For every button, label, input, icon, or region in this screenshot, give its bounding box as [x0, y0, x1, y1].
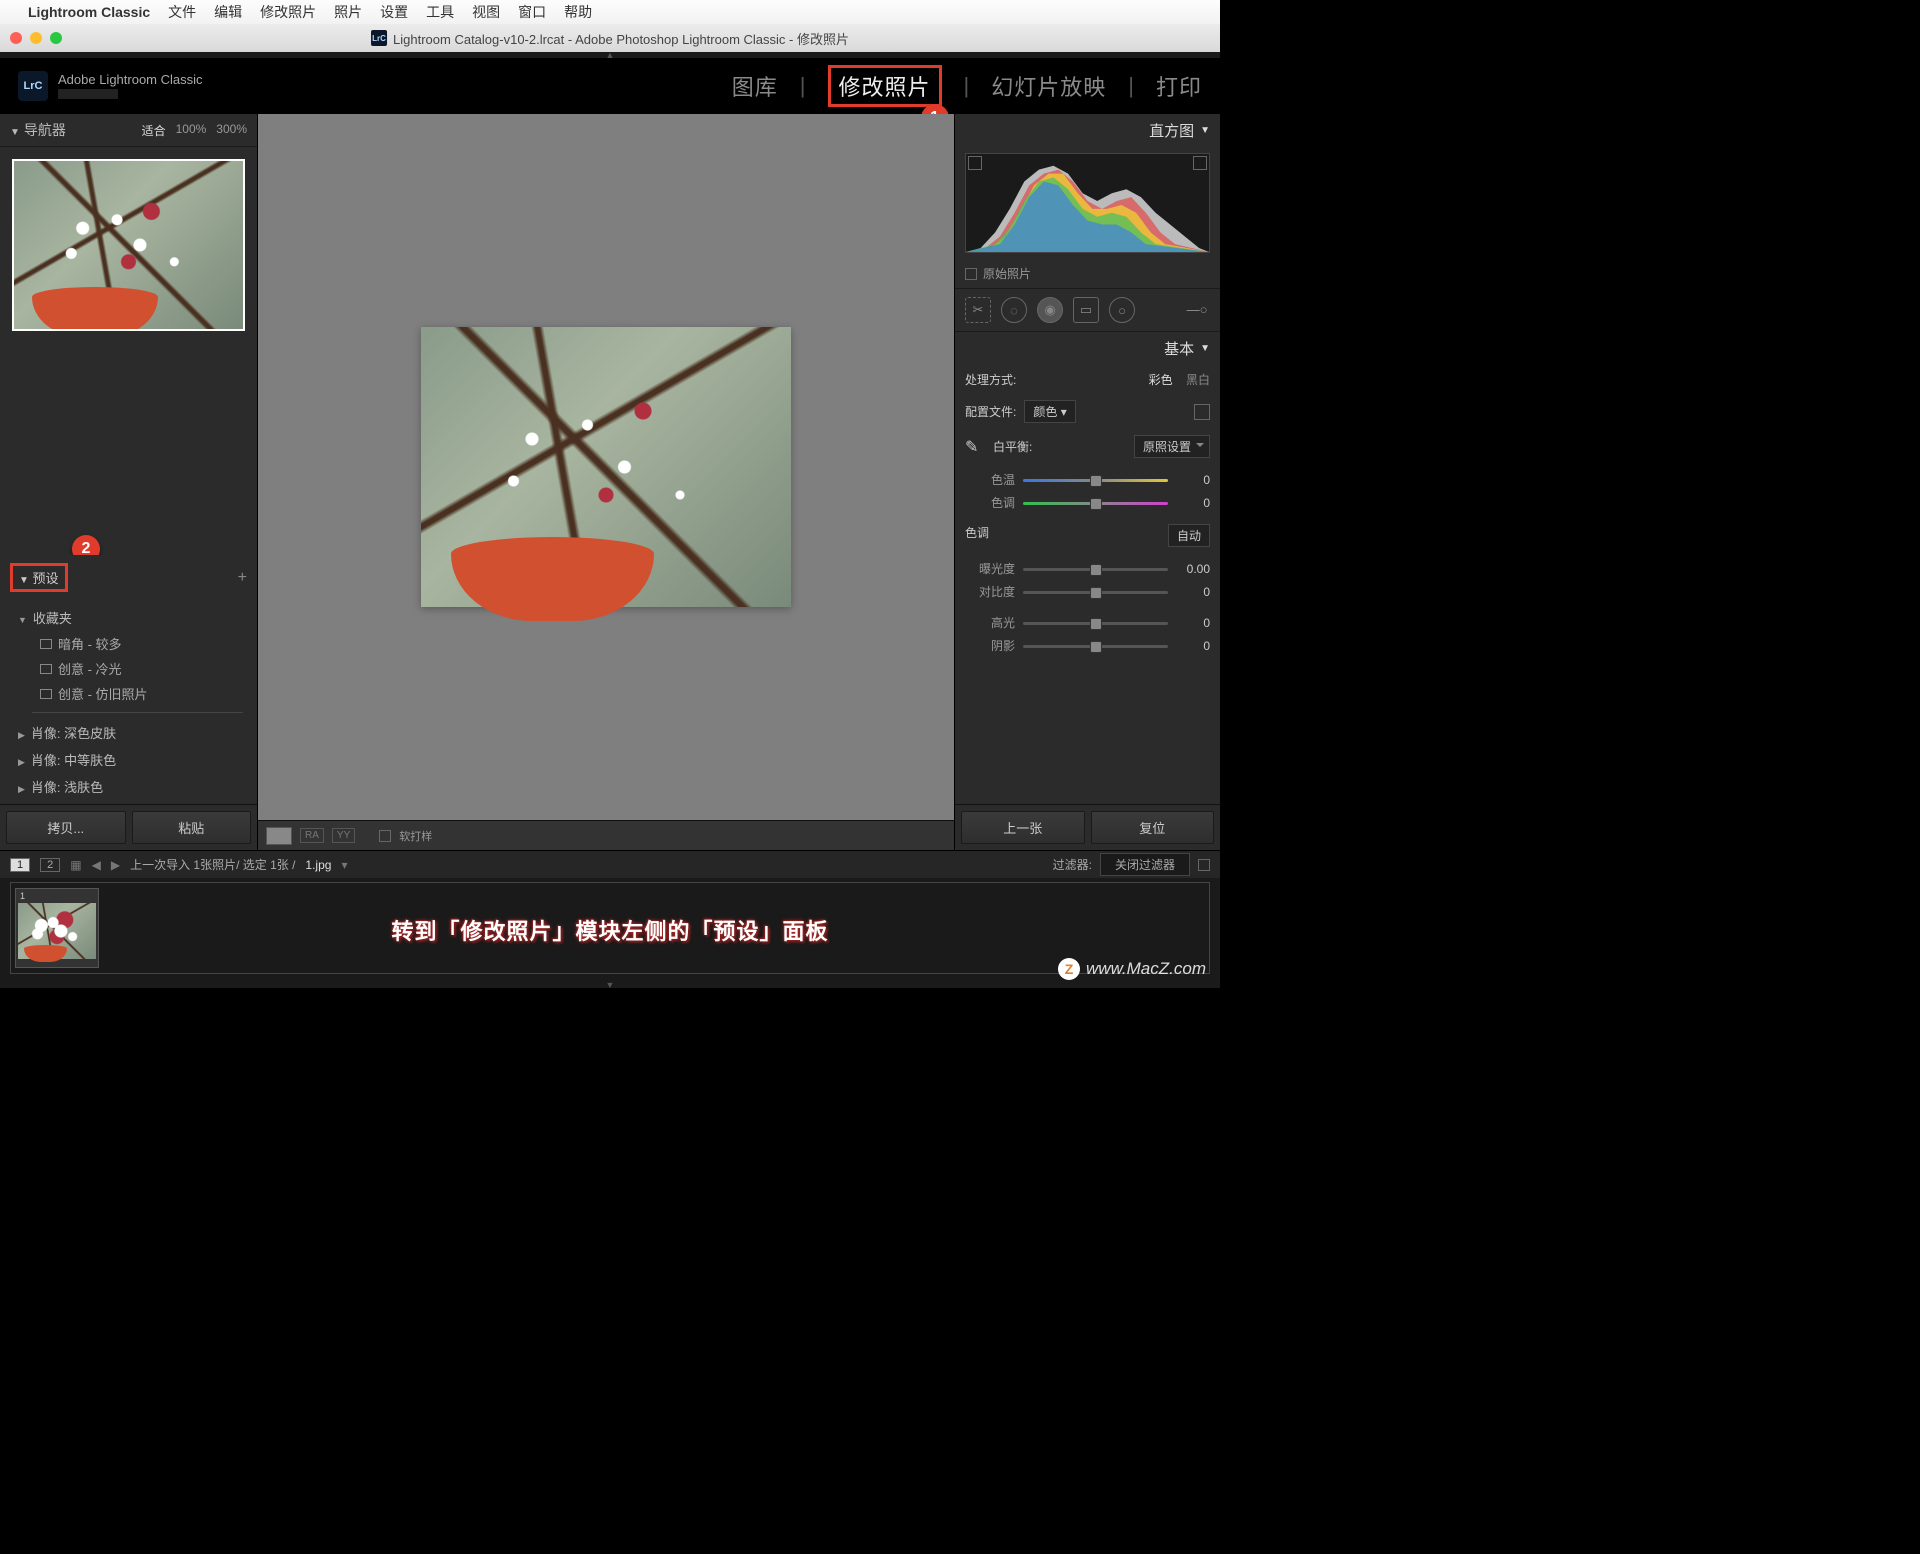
- treatment-row: 处理方式: 彩色 黑白: [955, 365, 1220, 394]
- highlight-clip-icon[interactable]: [1193, 156, 1207, 170]
- develop-toolstrip: ✂ ◌ ◉ ▭ ○ ⎯⎯○: [955, 288, 1220, 332]
- screen-1[interactable]: 1: [10, 858, 30, 872]
- close-button[interactable]: [10, 32, 22, 44]
- next-photo-icon[interactable]: ▶: [111, 858, 120, 872]
- menu-window[interactable]: 窗口: [518, 2, 546, 22]
- temp-slider[interactable]: [1023, 474, 1168, 486]
- module-print[interactable]: 打印: [1156, 70, 1202, 102]
- mac-menubar: Lightroom Classic 文件 编辑 修改照片 照片 设置 工具 视图…: [0, 0, 1220, 24]
- histogram-header[interactable]: 直方图▼: [955, 114, 1220, 147]
- wb-dropdown[interactable]: 原照设置: [1134, 435, 1210, 458]
- profile-browser-icon[interactable]: [1194, 404, 1210, 420]
- bottom-grip[interactable]: ▼: [0, 982, 1220, 988]
- window-titlebar: LrC Lightroom Catalog-v10-2.lrcat - Adob…: [0, 24, 1220, 52]
- identity-module-bar: LrC Adobe Lightroom Classic 图库 | 修改照片 1 …: [0, 58, 1220, 114]
- left-panel: ▼导航器 适合 100% 300% 2 ▼ 预设 +: [0, 114, 258, 850]
- softproof-label: 软打样: [399, 828, 432, 844]
- exposure-slider[interactable]: [1023, 563, 1168, 575]
- highlights-slider[interactable]: [1023, 617, 1168, 629]
- watermark: Z www.MacZ.com: [1058, 958, 1206, 980]
- profile-dropdown[interactable]: 颜色 ▾: [1024, 400, 1075, 423]
- annotation-caption: 转到「修改照片」模块左侧的「预设」面板: [391, 914, 828, 946]
- presets-tree: ▼收藏夹 暗角 - 较多 创意 - 冷光 创意 - 仿旧照片 ▶肖像: 深色皮肤…: [0, 600, 257, 804]
- bg-swatch[interactable]: [266, 827, 292, 845]
- module-slideshow[interactable]: 幻灯片放映: [991, 70, 1106, 102]
- preset-group[interactable]: ▶肖像: 中等肤色: [18, 746, 257, 773]
- brand-name: Adobe Lightroom Classic: [58, 72, 203, 87]
- toggle-ra[interactable]: RA: [300, 828, 324, 843]
- filmstrip-info: 上一次导入 1张照片/ 选定 1张 /: [130, 856, 295, 873]
- progress-bar: [58, 89, 118, 99]
- nav-300[interactable]: 300%: [216, 122, 247, 139]
- reset-button[interactable]: 复位: [1091, 811, 1215, 844]
- nav-100[interactable]: 100%: [176, 122, 207, 139]
- navigator-thumbnail[interactable]: [12, 159, 245, 331]
- module-library[interactable]: 图库: [732, 70, 778, 102]
- menu-file[interactable]: 文件: [168, 2, 196, 22]
- screen-2[interactable]: 2: [40, 858, 60, 872]
- image-canvas[interactable]: [258, 114, 954, 820]
- histogram[interactable]: [965, 153, 1210, 253]
- radial-tool-icon[interactable]: ○: [1109, 297, 1135, 323]
- menu-tools[interactable]: 工具: [426, 2, 454, 22]
- paste-button[interactable]: 粘贴: [132, 811, 252, 844]
- center-toolbar: RA YY 软打样: [258, 820, 954, 850]
- watermark-icon: Z: [1058, 958, 1080, 980]
- presets-header[interactable]: ▼ 预设 +: [0, 555, 257, 600]
- chevron-down-icon[interactable]: ▾: [341, 858, 347, 872]
- shadow-clip-icon[interactable]: [968, 156, 982, 170]
- toggle-yy[interactable]: YY: [332, 828, 355, 843]
- menu-help[interactable]: 帮助: [564, 2, 592, 22]
- filmstrip-header: 1 2 ▦ ◀ ▶ 上一次导入 1张照片/ 选定 1张 / 1.jpg ▾ 过滤…: [0, 850, 1220, 878]
- right-panel: 直方图▼ 原始照片 ✂ ◌ ◉: [954, 114, 1220, 850]
- center-canvas: RA YY 软打样: [258, 114, 954, 850]
- zoom-button[interactable]: [50, 32, 62, 44]
- previous-button[interactable]: 上一张: [961, 811, 1085, 844]
- contrast-slider[interactable]: [1023, 586, 1168, 598]
- annotation-highlight-1: 修改照片 1: [828, 65, 942, 107]
- crop-tool-icon[interactable]: ✂: [965, 297, 991, 323]
- menu-view[interactable]: 视图: [472, 2, 500, 22]
- navigator-header[interactable]: ▼导航器 适合 100% 300%: [0, 114, 257, 147]
- basic-header[interactable]: 基本▼: [955, 332, 1220, 365]
- grad-tool-icon[interactable]: ▭: [1073, 297, 1099, 323]
- menu-settings[interactable]: 设置: [380, 2, 408, 22]
- tint-slider[interactable]: [1023, 497, 1168, 509]
- preset-group[interactable]: ▶肖像: 深色皮肤: [18, 719, 257, 746]
- redeye-tool-icon[interactable]: ◉: [1037, 297, 1063, 323]
- filmstrip-file: 1.jpg: [305, 858, 331, 872]
- treatment-bw[interactable]: 黑白: [1186, 373, 1210, 387]
- preset-item[interactable]: 创意 - 仿旧照片: [18, 681, 257, 706]
- menubar-app[interactable]: Lightroom Classic: [28, 4, 150, 20]
- minimize-button[interactable]: [30, 32, 42, 44]
- menu-edit[interactable]: 编辑: [214, 2, 242, 22]
- menu-photo[interactable]: 照片: [334, 2, 362, 22]
- spot-tool-icon[interactable]: ◌: [1001, 297, 1027, 323]
- softproof-check[interactable]: [379, 830, 391, 842]
- filter-dropdown[interactable]: 关闭过滤器: [1100, 853, 1190, 876]
- auto-tone-button[interactable]: 自动: [1168, 524, 1210, 547]
- filter-lock-icon[interactable]: [1198, 859, 1210, 871]
- grid-view-icon[interactable]: ▦: [70, 858, 81, 872]
- brush-tool-icon[interactable]: ⎯⎯○: [1184, 297, 1210, 323]
- preset-group-favorites[interactable]: ▼收藏夹: [18, 604, 257, 631]
- filmstrip-thumb[interactable]: 1: [15, 888, 99, 968]
- module-picker: 图库 | 修改照片 1 | 幻灯片放映 | 打印: [732, 65, 1202, 107]
- original-toggle[interactable]: 原始照片: [955, 259, 1220, 288]
- preset-item[interactable]: 暗角 - 较多: [18, 631, 257, 656]
- brand-icon: LrC: [18, 71, 48, 101]
- add-preset-button[interactable]: +: [238, 569, 247, 587]
- module-develop[interactable]: 修改照片: [839, 75, 931, 100]
- copy-button[interactable]: 拷贝...: [6, 811, 126, 844]
- shadows-slider[interactable]: [1023, 640, 1168, 652]
- prev-photo-icon[interactable]: ◀: [92, 858, 101, 872]
- app-icon: LrC: [371, 30, 387, 46]
- preset-group[interactable]: ▶肖像: 浅肤色: [18, 773, 257, 800]
- eyedropper-icon[interactable]: ✎: [965, 437, 985, 457]
- nav-fit[interactable]: 适合: [142, 122, 166, 139]
- treatment-color[interactable]: 彩色: [1149, 373, 1173, 387]
- menu-develop[interactable]: 修改照片: [260, 2, 316, 22]
- preset-item[interactable]: 创意 - 冷光: [18, 656, 257, 681]
- window-title: Lightroom Catalog-v10-2.lrcat - Adobe Ph…: [393, 29, 849, 48]
